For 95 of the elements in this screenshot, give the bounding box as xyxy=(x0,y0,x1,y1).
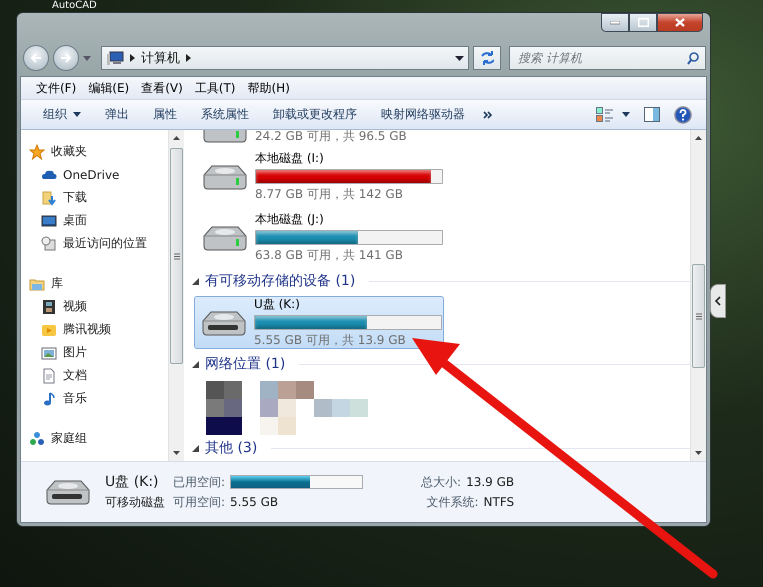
refresh-icon xyxy=(480,51,494,65)
preview-pane-icon[interactable] xyxy=(644,107,660,122)
forward-arrow-icon xyxy=(60,53,72,63)
maximize-button[interactable] xyxy=(629,13,657,32)
dropdown-caret-icon[interactable] xyxy=(455,56,464,60)
forward-button[interactable] xyxy=(53,45,79,71)
group-header[interactable]: 其他 (3) xyxy=(190,435,690,461)
chevron-icon[interactable] xyxy=(130,54,135,62)
menu-item[interactable]: 帮助(H) xyxy=(242,78,295,98)
view-options-icon[interactable] xyxy=(596,106,614,122)
expanded-triangle-icon[interactable] xyxy=(192,278,199,284)
nav-item[interactable]: 桌面 xyxy=(21,209,168,232)
field-label: 文件系统: xyxy=(426,494,479,510)
breadcrumb[interactable]: 计算机 xyxy=(141,49,180,67)
document-icon xyxy=(41,368,57,384)
group-header[interactable]: 有可移动存储的设备 (1) xyxy=(190,268,690,294)
minimize-icon xyxy=(610,20,620,24)
toolbar-button[interactable]: 组织 xyxy=(31,103,93,126)
nav-item[interactable]: 腾讯视频 xyxy=(21,318,168,341)
minimize-button[interactable] xyxy=(601,13,629,32)
more-chevrons-icon[interactable] xyxy=(483,110,493,118)
close-icon xyxy=(675,18,685,27)
toolbar-button[interactable]: 属性 xyxy=(141,103,189,126)
scroll-up-icon[interactable] xyxy=(173,136,180,140)
field-value: 5.55 GB xyxy=(230,495,278,509)
music-note-icon xyxy=(41,390,57,406)
grip-icon[interactable] xyxy=(696,312,702,320)
network-dots-icon xyxy=(29,430,45,446)
nav-group[interactable]: 收藏夹 xyxy=(21,140,168,163)
drive-capacity-text: 5.55 GB 可用，共 13.9 GB xyxy=(254,332,407,349)
nav-item[interactable]: 音乐 xyxy=(21,387,168,410)
drive-name: 本地磁盘 (J:) xyxy=(255,211,325,228)
toolbar-button[interactable]: 弹出 xyxy=(93,103,141,126)
close-button[interactable] xyxy=(657,13,703,32)
nav-group[interactable]: 库 xyxy=(21,272,168,295)
desktop-icon-label[interactable]: AutoCAD xyxy=(52,0,97,11)
scroll-down-icon[interactable] xyxy=(695,451,702,455)
folder-download-icon xyxy=(41,190,57,206)
drive-name: U盘 (K:) xyxy=(254,296,301,313)
back-arrow-icon xyxy=(30,53,42,63)
nav-item[interactable]: OneDrive xyxy=(21,163,168,186)
drive-name: U盘 (K:) xyxy=(105,473,160,491)
history-caret-icon[interactable] xyxy=(83,56,91,60)
field-value: 13.9 GB xyxy=(466,475,514,489)
field-label: 已用空间: xyxy=(173,474,226,490)
selected-drive-item[interactable]: U盘 (K:) 5.55 GB 可用，共 13.9 GB xyxy=(194,296,444,349)
search-icon[interactable] xyxy=(687,52,699,65)
scroll-down-icon[interactable] xyxy=(173,451,180,455)
help-icon[interactable] xyxy=(674,106,692,124)
scroll-up-icon[interactable] xyxy=(695,136,702,140)
scrollbar[interactable] xyxy=(690,130,706,461)
menu-item[interactable]: 工具(T) xyxy=(190,78,240,98)
drive-item[interactable]: 本地磁盘 (I:) 8.77 GB 可用，共 142 GB xyxy=(190,146,690,207)
field-value: NTFS xyxy=(484,495,514,509)
picture-icon xyxy=(41,344,57,360)
drive-name: 本地磁盘 (I:) xyxy=(255,150,325,167)
side-panel-tab[interactable] xyxy=(710,284,726,318)
drive-capacity-text: 24.2 GB 可用，共 96.5 GB xyxy=(255,130,407,145)
drive-item[interactable]: 24.2 GB 可用，共 96.5 GB xyxy=(190,130,690,146)
nav-item[interactable]: 下载 xyxy=(21,186,168,209)
drive-item[interactable]: 本地磁盘 (J:) 63.8 GB 可用，共 141 GB xyxy=(190,207,690,268)
group-header[interactable]: 网络位置 (1) xyxy=(190,351,690,377)
chevron-icon xyxy=(715,296,721,306)
field-label: 总大小: xyxy=(421,474,462,490)
address-bar[interactable]: 计算机 xyxy=(101,46,469,70)
caret-icon xyxy=(73,112,81,117)
back-button[interactable] xyxy=(23,45,49,71)
field-label: 可用空间: xyxy=(173,494,226,510)
toolbar-button[interactable]: 卸载或更改程序 xyxy=(261,103,369,126)
film-icon xyxy=(41,298,57,314)
star-icon xyxy=(29,144,45,160)
nav-item[interactable]: 图片 xyxy=(21,341,168,364)
nav-item[interactable]: 文档 xyxy=(21,364,168,387)
nav-group[interactable]: 家庭组 xyxy=(21,427,168,450)
maximize-icon xyxy=(638,18,648,27)
toolbar-button[interactable]: 系统属性 xyxy=(189,103,261,126)
caret-icon[interactable] xyxy=(622,112,630,117)
monitor-icon xyxy=(41,212,57,228)
menu-item[interactable]: 编辑(E) xyxy=(83,78,134,98)
expanded-triangle-icon[interactable] xyxy=(192,360,199,368)
menu-item[interactable]: 查看(V) xyxy=(136,78,188,98)
chevron-icon[interactable] xyxy=(186,54,191,62)
nav-item[interactable]: 最近访问的位置 xyxy=(21,232,168,255)
drive-capacity-text: 8.77 GB 可用，共 142 GB xyxy=(255,186,404,203)
expanded-triangle-icon[interactable] xyxy=(192,444,199,452)
drive-type: 可移动磁盘 xyxy=(105,494,165,510)
refresh-button[interactable] xyxy=(473,46,501,70)
computer-icon xyxy=(106,50,124,66)
drive-capacity-text: 63.8 GB 可用，共 141 GB xyxy=(255,247,404,264)
toolbar-button[interactable]: 映射网络驱动器 xyxy=(369,103,477,126)
grip-icon[interactable] xyxy=(174,252,180,260)
search-field[interactable]: 搜索 计算机 xyxy=(509,46,706,70)
menu-item[interactable]: 文件(F) xyxy=(31,78,82,98)
nav-item[interactable]: 视频 xyxy=(21,295,168,318)
scrollbar[interactable] xyxy=(168,130,184,461)
